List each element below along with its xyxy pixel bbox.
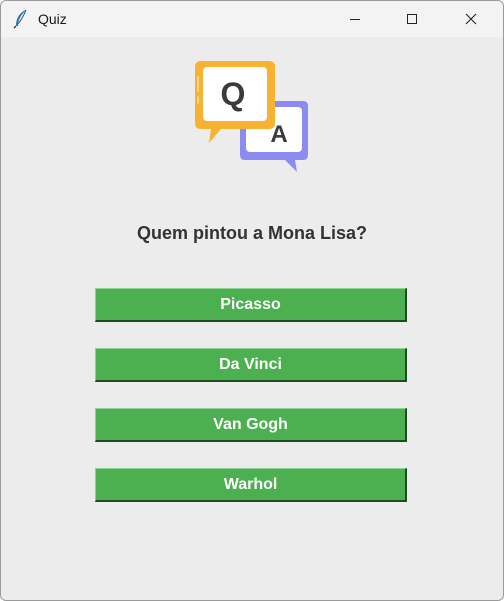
question-text: Quem pintou a Mona Lisa?: [136, 223, 367, 243]
answer-button-3[interactable]: Van Gogh: [95, 408, 407, 442]
title-bar[interactable]: Quiz: [1, 1, 503, 37]
minimize-icon: [350, 19, 360, 20]
answer-button-2[interactable]: Da Vinci: [95, 348, 407, 382]
answer-button-4[interactable]: Warhol: [95, 468, 407, 502]
answer-button-1[interactable]: Picasso: [95, 288, 407, 322]
feather-icon: [12, 9, 30, 29]
logo-q-letter: Q: [221, 76, 246, 112]
close-button[interactable]: [448, 1, 494, 37]
qa-chat-logo-icon: A Q: [191, 57, 313, 175]
close-icon: [465, 13, 477, 25]
maximize-icon: [407, 14, 417, 24]
window-title: Quiz: [38, 11, 67, 27]
quiz-window: Quiz A Q Quem pintou a Mona Lisa? Picass…: [0, 0, 504, 601]
maximize-button[interactable]: [389, 1, 435, 37]
minimize-button[interactable]: [332, 1, 378, 37]
